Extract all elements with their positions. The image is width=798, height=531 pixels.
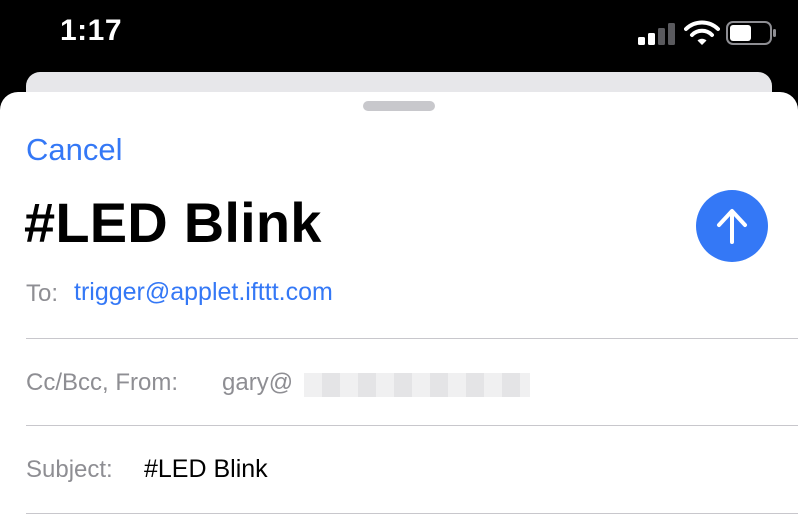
to-recipient[interactable]: trigger@applet.ifttt.com bbox=[74, 278, 333, 307]
status-bar: 1:17 bbox=[0, 0, 798, 70]
divider bbox=[26, 425, 798, 426]
compose-title: #LED Blink bbox=[24, 191, 322, 254]
divider bbox=[26, 338, 798, 339]
from-address[interactable]: gary@ bbox=[222, 369, 293, 397]
redacted-email-block bbox=[304, 373, 530, 397]
arrow-up-icon bbox=[717, 209, 747, 244]
subject-label: Subject: bbox=[26, 456, 113, 483]
battery-icon bbox=[726, 21, 776, 45]
wifi-icon bbox=[684, 20, 720, 45]
cc-bcc-from-label: Cc/Bcc, From: bbox=[26, 369, 179, 396]
cellular-signal-icon bbox=[638, 23, 678, 45]
status-time: 1:17 bbox=[60, 14, 123, 47]
cancel-button[interactable]: Cancel bbox=[26, 132, 123, 168]
send-button[interactable] bbox=[696, 190, 768, 262]
divider bbox=[26, 513, 798, 514]
compose-sheet: Cancel #LED Blink To: trigger@applet.ift… bbox=[0, 92, 798, 531]
sheet-grabber-handle[interactable] bbox=[363, 101, 435, 111]
mail-compose-screen: 1:17 Cancel #LED Blink To: trigger@apple… bbox=[0, 0, 798, 531]
subject-field[interactable]: #LED Blink bbox=[144, 455, 268, 484]
to-label: To: bbox=[26, 280, 59, 307]
